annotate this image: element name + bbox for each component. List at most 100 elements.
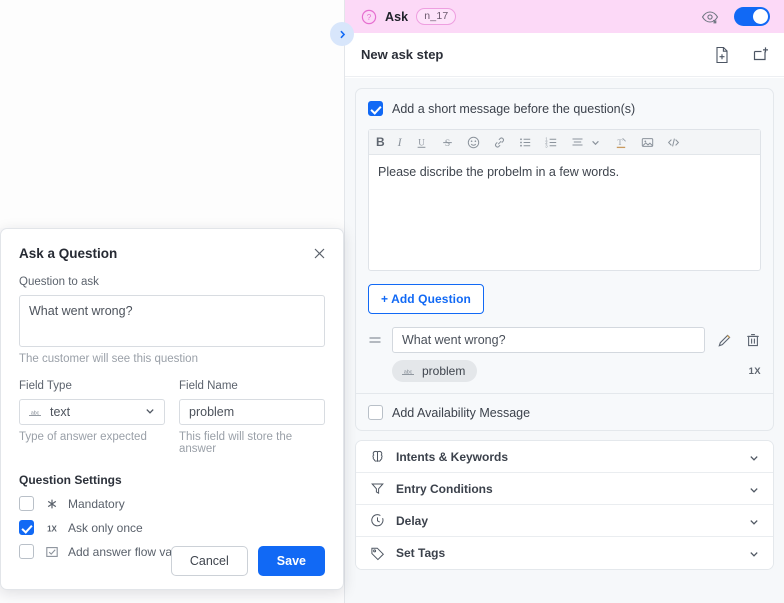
- abc-text-icon: abc: [401, 364, 415, 378]
- tag-icon: [370, 546, 385, 561]
- node-id-badge: n_17: [416, 8, 457, 25]
- close-icon[interactable]: [312, 246, 327, 261]
- asterisk-icon: [45, 497, 59, 511]
- step-editor-panel: ? Ask n_17 New ask step Add a short mess…: [344, 0, 784, 603]
- svg-text:?: ?: [367, 13, 372, 22]
- section-set-tags[interactable]: Set Tags: [356, 537, 773, 569]
- link-icon[interactable]: [493, 136, 506, 149]
- field-type-col: Field Type abc text Type of answer expec…: [19, 365, 165, 455]
- section-label: Entry Conditions: [396, 481, 493, 496]
- question-to-ask-label: Question to ask: [19, 276, 99, 288]
- availability-checkbox[interactable]: [368, 405, 383, 420]
- question-settings-title: Question Settings: [19, 473, 122, 487]
- insert-image-icon[interactable]: [641, 136, 654, 149]
- chevron-down-icon[interactable]: [748, 451, 760, 463]
- add-step-icon[interactable]: [750, 45, 770, 65]
- field-type-value: text: [50, 405, 71, 419]
- field-name-input[interactable]: [179, 399, 325, 425]
- step-enabled-toggle[interactable]: [734, 7, 770, 26]
- funnel-icon: [370, 481, 385, 496]
- field-config-row: Field Type abc text Type of answer expec…: [19, 365, 325, 455]
- chevron-down-icon[interactable]: [748, 515, 760, 527]
- ask-question-dialog: Ask a Question Question to ask The custo…: [0, 228, 344, 590]
- dialog-body: Question to ask The customer will see th…: [1, 276, 343, 559]
- cancel-button[interactable]: Cancel: [170, 546, 248, 576]
- svg-text:S: S: [445, 139, 450, 149]
- svg-text:U: U: [418, 137, 425, 147]
- field-type-label: Field Type: [19, 380, 72, 392]
- card-divider: [356, 393, 773, 394]
- svg-text:1X: 1X: [47, 524, 57, 533]
- question-input[interactable]: [392, 327, 705, 353]
- svg-text:3: 3: [545, 143, 548, 148]
- question-circle-icon: ?: [361, 9, 377, 25]
- save-button[interactable]: Save: [257, 546, 325, 576]
- bold-icon[interactable]: B: [376, 135, 385, 149]
- chevron-down-icon[interactable]: [748, 547, 760, 559]
- emoji-icon[interactable]: [467, 136, 480, 149]
- ask-count-badge: 1X: [748, 365, 761, 377]
- section-label: Intents & Keywords: [396, 449, 509, 464]
- trash-delete-icon[interactable]: [745, 332, 761, 348]
- question-to-ask-textarea[interactable]: [19, 295, 325, 347]
- field-name-hint: This field will store the answer: [179, 431, 293, 455]
- numbered-list-icon[interactable]: 123: [545, 136, 558, 149]
- italic-icon[interactable]: I: [398, 135, 402, 149]
- dialog-title: Ask a Question: [19, 246, 118, 261]
- section-entry-conditions[interactable]: Entry Conditions: [356, 473, 773, 505]
- panel-body: Add a short message before the question(…: [345, 78, 784, 603]
- align-icon[interactable]: [571, 136, 584, 149]
- clear-formatting-icon[interactable]: T: [615, 136, 628, 149]
- chevron-down-icon: [144, 405, 156, 420]
- field-tag-label: problem: [422, 364, 466, 378]
- section-delay[interactable]: Delay: [356, 505, 773, 537]
- mandatory-label: Mandatory: [68, 496, 125, 511]
- section-label: Delay: [396, 513, 429, 528]
- toggle-knob: [753, 9, 768, 24]
- question-row: [368, 327, 761, 353]
- clock-icon: [370, 513, 385, 528]
- screen: ? Ask n_17 New ask step Add a short mess…: [0, 0, 784, 603]
- section-intents-keywords[interactable]: Intents & Keywords: [356, 441, 773, 473]
- short-message-row: Add a short message before the question(…: [368, 101, 761, 116]
- panel-header: ? Ask n_17: [345, 0, 784, 33]
- sections-list: Intents & Keywords Entry Conditions Dela…: [355, 440, 774, 570]
- setting-mandatory: Mandatory: [19, 496, 325, 511]
- dialog-footer: Cancel Save: [1, 533, 343, 589]
- chevron-down-icon[interactable]: [589, 136, 602, 149]
- add-question-button[interactable]: + Add Question: [368, 284, 484, 314]
- pencil-edit-icon[interactable]: [717, 332, 733, 348]
- question-to-ask-hint: The customer will see this question: [19, 353, 198, 365]
- mandatory-checkbox[interactable]: [19, 496, 34, 511]
- bulleted-list-icon[interactable]: [519, 136, 532, 149]
- chevron-right-icon: [339, 30, 345, 38]
- section-label: Set Tags: [396, 546, 446, 560]
- availability-row: Add Availability Message: [368, 405, 761, 420]
- panel-title: Ask: [385, 9, 409, 24]
- code-view-icon[interactable]: [667, 136, 680, 149]
- field-name-label: Field Name: [179, 380, 238, 392]
- short-message-label: Add a short message before the question(…: [392, 101, 636, 116]
- editor-toolbar: B I U S 1 2 3 T: [369, 130, 760, 155]
- message-editor-body[interactable]: Please discribe the probelm in a few wor…: [369, 155, 760, 270]
- field-tag[interactable]: abc problem: [392, 360, 478, 382]
- field-name-col: Field Name This field will store the ans…: [179, 365, 325, 455]
- dialog-header: Ask a Question: [1, 229, 343, 261]
- add-file-icon[interactable]: [712, 45, 732, 65]
- panel-subheader: New ask step: [345, 33, 784, 77]
- short-message-checkbox[interactable]: [368, 101, 383, 116]
- panel-collapse-handle[interactable]: [330, 22, 354, 46]
- strikethrough-icon[interactable]: S: [441, 136, 454, 149]
- eye-preview-icon[interactable]: [700, 7, 720, 27]
- brain-icon: [370, 449, 385, 464]
- ask-config-card: Add a short message before the question(…: [355, 88, 774, 431]
- message-editor: B I U S 1 2 3 T Please discribe the prob…: [368, 129, 761, 271]
- drag-handle-icon[interactable]: [368, 333, 382, 347]
- underline-icon[interactable]: U: [415, 136, 428, 149]
- field-type-select[interactable]: abc text: [19, 399, 165, 425]
- field-type-hint: Type of answer expected: [19, 431, 147, 443]
- abc-text-icon: abc: [28, 405, 42, 419]
- step-name[interactable]: New ask step: [361, 47, 443, 62]
- chevron-down-icon[interactable]: [748, 483, 760, 495]
- question-tag-row: abc problem 1X: [368, 360, 761, 382]
